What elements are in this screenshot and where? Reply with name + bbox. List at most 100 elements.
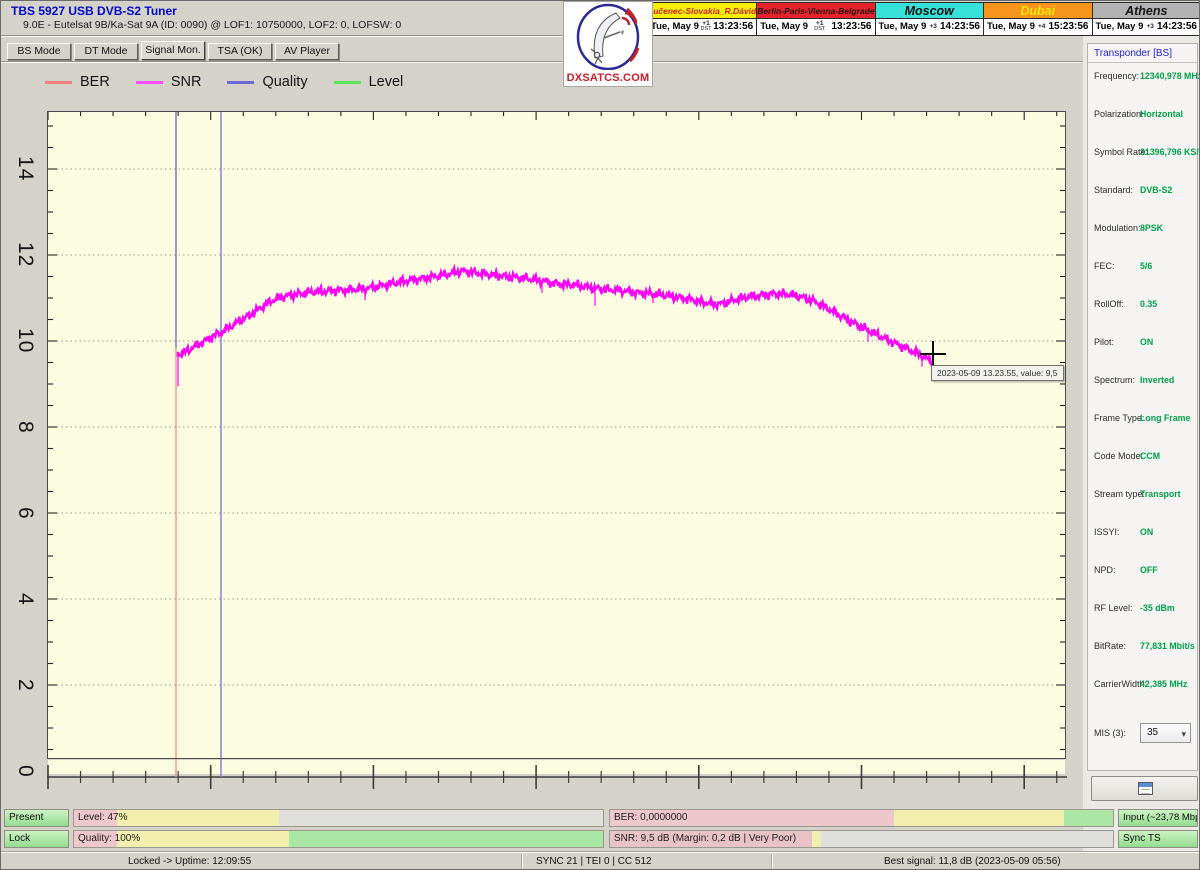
chart-legend: BER SNR Quality Level xyxy=(45,71,429,93)
clock-time-row: Tue, May 9+1DST13:23:56 xyxy=(647,19,757,36)
progress-bar-snr: SNR: 9,5 dB (Margin: 0,2 dB | Very Poor) xyxy=(609,830,1114,848)
legend-line-icon xyxy=(334,81,361,84)
app-title: TBS 5927 USB DVB-S2 Tuner xyxy=(11,4,177,18)
window-icon xyxy=(1138,782,1153,795)
field-label-rf-level: RF Level: xyxy=(1094,603,1133,613)
world-clocks: Lučenec-Slovakia_R.DávidTue, May 9+1DST1… xyxy=(647,2,1200,36)
y-tick-label-8: 8 xyxy=(11,404,37,450)
clock-city-name: Berlin-Paris-Vienna-Belgrade xyxy=(756,2,875,19)
clock-time-row: Tue, May 9+1DST13:23:56 xyxy=(756,19,875,36)
tab-signal-mon[interactable]: Signal Mon. xyxy=(141,41,205,60)
field-value-fec: 5/6 xyxy=(1140,261,1152,271)
transport-analyzer-button[interactable] xyxy=(1091,776,1198,801)
field-value-bitrate: 77,831 Mbit/s xyxy=(1140,641,1195,651)
field-label-frequency: Frequency: xyxy=(1094,71,1139,81)
status-box-present: Present xyxy=(4,809,69,827)
clock-date: Tue, May 9 xyxy=(1096,21,1144,32)
field-label-stream-type: Stream type: xyxy=(1094,489,1145,499)
progress-bar-ber: BER: 0,0000000 xyxy=(609,809,1114,827)
field-label-bitrate: BitRate: xyxy=(1094,641,1126,651)
status-box-input-23-78-mbps: Input (~23,78 Mbps) xyxy=(1118,809,1198,827)
clock-panel-moscow: MoscowTue, May 9+314:23:56 xyxy=(875,2,985,36)
y-tick-label-6: 6 xyxy=(11,490,37,536)
y-tick-label-2: 2 xyxy=(11,662,37,708)
clock-date: Tue, May 9 xyxy=(651,21,699,32)
mis-label: MIS (3): xyxy=(1094,728,1126,738)
legend-line-icon xyxy=(136,81,163,84)
clock-date: Tue, May 9 xyxy=(760,21,808,32)
best-signal-status: Best signal: 11,8 dB (2023-05-09 05:56) xyxy=(884,856,1061,867)
status-bar: Locked -> Uptime: 12:09:55 SYNC 21 | TEI… xyxy=(1,851,1200,870)
bar-text: SNR: 9,5 dB (Margin: 0,2 dB | Very Poor) xyxy=(614,831,796,847)
clock-panel-dubai: DubaiTue, May 9+415:23:56 xyxy=(983,2,1093,36)
signal-monitor-plot[interactable] xyxy=(47,111,1066,759)
field-label-frame-type: Frame Type: xyxy=(1094,413,1144,423)
field-value-frequency: 12340,978 MHz xyxy=(1140,71,1200,81)
field-value-modulation: 8PSK xyxy=(1140,223,1163,233)
tab-bs-mode[interactable]: BS Mode xyxy=(7,43,71,60)
clock-panel-berlin-paris-vienna-belgrade: Berlin-Paris-Vienna-BelgradeTue, May 9+1… xyxy=(756,2,875,36)
status-box-sync-ts: Sync TS xyxy=(1118,830,1198,848)
field-value-code-mode: CCM xyxy=(1140,451,1160,461)
legend-item-snr: SNR xyxy=(136,74,202,90)
snr-trace-canvas xyxy=(48,112,1065,758)
clock-date: Tue, May 9 xyxy=(987,21,1035,32)
field-value-spectrum: Inverted xyxy=(1140,375,1174,385)
clock-utc-offset: +3 xyxy=(1146,24,1153,31)
y-tick-label-14: 14 xyxy=(11,146,37,192)
field-label-modulation: Modulation: xyxy=(1094,223,1141,233)
tab-dt-mode[interactable]: DT Mode xyxy=(74,43,138,60)
dxsatcs-logo: DXSATCS.COM xyxy=(563,1,653,87)
divider xyxy=(1088,62,1197,63)
mis-dropdown[interactable]: 35 ▾ xyxy=(1140,723,1191,743)
clock-time: 15:23:56 xyxy=(1048,21,1088,32)
divider xyxy=(1,61,1083,63)
tab-tsa-ok[interactable]: TSA (OK) xyxy=(208,43,272,60)
legend-item-level: Level xyxy=(334,74,404,90)
y-tick-label-10: 10 xyxy=(11,318,37,364)
bar-text: Level: 47% xyxy=(78,810,127,826)
field-label-spectrum: Spectrum: xyxy=(1094,375,1135,385)
field-label-issyi: ISSYI: xyxy=(1094,527,1120,537)
field-value-frame-type: Long Frame xyxy=(1140,413,1190,423)
crosshair-cursor xyxy=(932,341,934,367)
bar-segment xyxy=(279,810,604,826)
clock-time-row: Tue, May 9+415:23:56 xyxy=(983,19,1093,36)
clock-panel-athens: Athens Tue, May 9+3 14:23:56 xyxy=(1092,2,1200,36)
bar-text: Quality: 100% xyxy=(78,831,140,847)
uptime-status: Locked -> Uptime: 12:09:55 xyxy=(128,856,251,867)
field-value-pilot: ON xyxy=(1140,337,1153,347)
clock-city-name: Athens xyxy=(1092,2,1200,19)
y-tick-label-12: 12 xyxy=(11,232,37,278)
divider xyxy=(771,854,772,870)
field-value-stream-type: Transport xyxy=(1140,489,1181,499)
bar-segment xyxy=(289,831,604,847)
clock-utc-offset: +1DST xyxy=(701,21,712,33)
field-value-npd: OFF xyxy=(1140,565,1158,575)
legend-label: Level xyxy=(369,74,404,90)
divider xyxy=(521,854,522,870)
logo-text: DXSATCS.COM xyxy=(564,72,652,84)
x-axis xyxy=(1,759,1083,801)
field-label-rolloff: RollOff: xyxy=(1094,299,1124,309)
field-value-symbol-rate: 31396,796 KS/s xyxy=(1140,147,1200,157)
legend-label: Quality xyxy=(262,74,307,90)
clock-time: 13:23:56 xyxy=(831,21,871,32)
legend-line-icon xyxy=(227,81,254,84)
bar-segment xyxy=(894,810,1064,826)
clock-date: Tue, May 9 xyxy=(879,21,927,32)
clock-city-name: Moscow xyxy=(875,2,985,19)
chevron-down-icon: ▾ xyxy=(1181,725,1186,743)
tab-av-player[interactable]: AV Player xyxy=(275,43,339,60)
field-value-polarization: Horizontal xyxy=(1140,109,1183,119)
legend-item-ber: BER xyxy=(45,74,110,90)
clock-time-row: Tue, May 9+3 14:23:56 xyxy=(1092,19,1200,36)
field-label-standard: Standard: xyxy=(1094,185,1133,195)
legend-item-quality: Quality xyxy=(227,74,307,90)
clock-time: 14:23:56 xyxy=(1157,21,1197,32)
clock-time-row: Tue, May 9+314:23:56 xyxy=(875,19,985,36)
field-label-polarization: Polarization: xyxy=(1094,109,1144,119)
legend-label: BER xyxy=(80,74,110,90)
field-value-issyi: ON xyxy=(1140,527,1153,537)
clock-utc-offset: +3 xyxy=(929,24,936,31)
